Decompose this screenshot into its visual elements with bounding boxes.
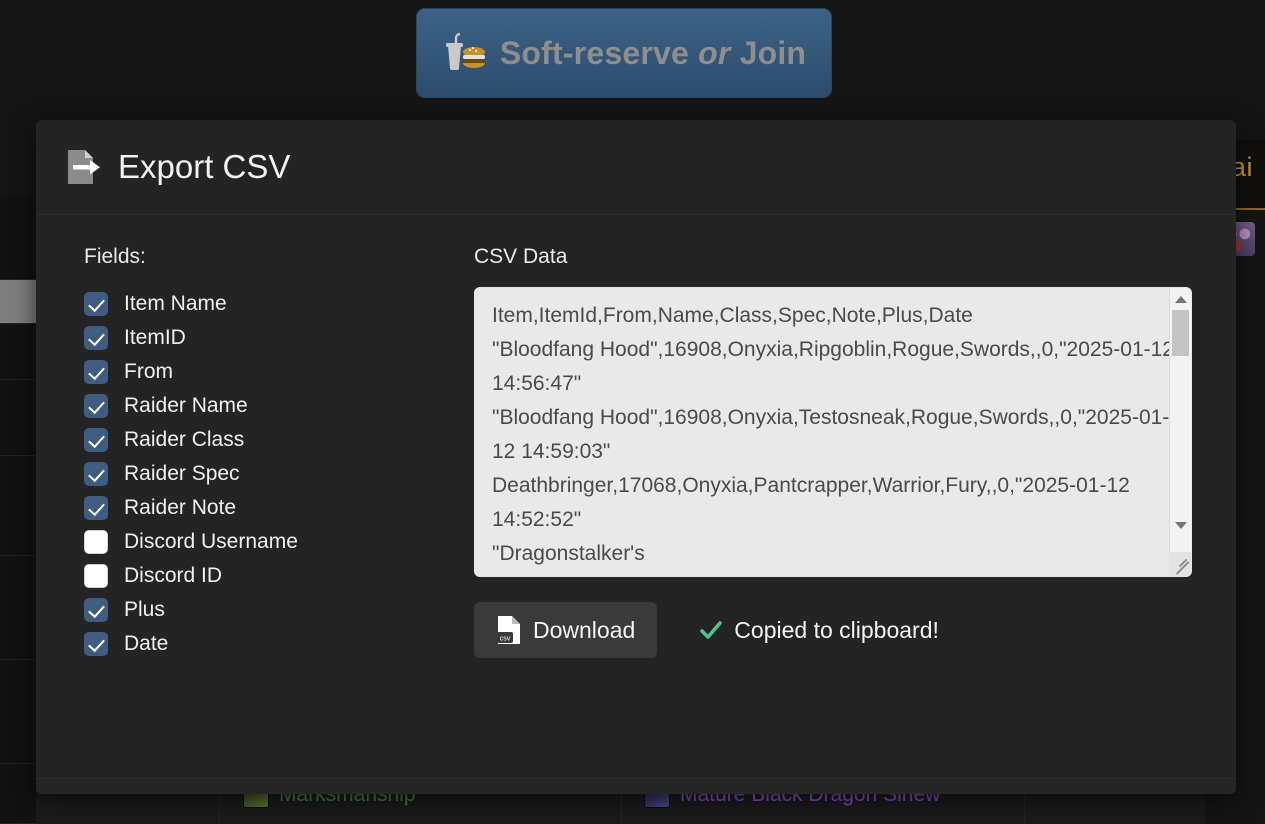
field-row-raider-class[interactable]: Raider Class <box>84 423 474 457</box>
field-label: From <box>124 360 173 383</box>
csv-textarea-wrap <box>474 287 1192 577</box>
cta-label-emphasis: or <box>698 34 731 71</box>
background-row <box>0 324 36 380</box>
csv-actions: csv Download Copied to clipboard! <box>474 602 1208 658</box>
checkbox-unchecked-icon[interactable] <box>84 564 108 588</box>
field-label: Raider Note <box>124 496 237 519</box>
background-row <box>0 556 36 660</box>
scrollbar-thumb[interactable] <box>1172 310 1189 356</box>
cta-label-secondary: Join <box>730 34 807 71</box>
field-label: Raider Class <box>124 428 245 451</box>
background-row <box>0 764 36 824</box>
cta-label-primary: Soft-reserve <box>499 34 699 71</box>
field-label: Discord Username <box>124 530 298 553</box>
checkbox-unchecked-icon[interactable] <box>84 530 108 554</box>
copied-status-label: Copied to clipboard! <box>734 616 939 643</box>
checkbox-checked-icon[interactable] <box>84 394 108 418</box>
csv-textarea[interactable] <box>474 287 1192 577</box>
check-icon <box>699 618 723 642</box>
field-row-item-name[interactable]: Item Name <box>84 287 474 321</box>
fields-label: Fields: <box>84 245 146 268</box>
checkbox-checked-icon[interactable] <box>84 632 108 656</box>
background-row <box>0 196 36 280</box>
download-button[interactable]: csv Download <box>474 602 658 658</box>
cta-label: Soft-reserve or Join <box>500 35 806 72</box>
field-row-itemid[interactable]: ItemID <box>84 321 474 355</box>
soft-reserve-or-join-button[interactable]: Soft-reserve or Join <box>416 8 832 98</box>
field-row-discord-id[interactable]: Discord ID <box>84 559 474 593</box>
checkbox-checked-icon[interactable] <box>84 462 108 486</box>
modal-header: Export CSV <box>36 120 1236 215</box>
field-label: Date <box>124 632 169 655</box>
field-row-from[interactable]: From <box>84 355 474 389</box>
export-csv-modal: Export CSV Fields: Item Name ItemID From Ra… <box>36 120 1236 794</box>
field-label: Raider Spec <box>124 462 240 485</box>
csv-data-label: CSV Data <box>474 245 568 268</box>
modal-body: Fields: Item Name ItemID From Raider Name Ra… <box>36 215 1236 778</box>
csv-column: CSV Data csv <box>474 233 1208 778</box>
file-export-icon <box>64 147 104 187</box>
scroll-down-icon[interactable] <box>1170 516 1191 534</box>
field-row-discord-username[interactable]: Discord Username <box>84 525 474 559</box>
checkbox-checked-icon[interactable] <box>84 598 108 622</box>
fast-food-icon <box>442 32 486 73</box>
field-row-date[interactable]: Date <box>84 627 474 661</box>
background-row <box>0 660 36 764</box>
field-row-raider-spec[interactable]: Raider Spec <box>84 457 474 491</box>
page-title: Export CSV <box>118 148 291 185</box>
checkbox-checked-icon[interactable] <box>84 292 108 316</box>
checkbox-checked-icon[interactable] <box>84 428 108 452</box>
field-row-raider-name[interactable]: Raider Name <box>84 389 474 423</box>
svg-text:csv: csv <box>500 636 511 643</box>
checkbox-checked-icon[interactable] <box>84 496 108 520</box>
csv-file-icon: csv <box>496 615 522 645</box>
field-label: Raider Name <box>124 394 248 417</box>
checkbox-checked-icon[interactable] <box>84 360 108 384</box>
modal-footer: Close <box>36 778 1236 794</box>
field-label: Item Name <box>124 292 227 315</box>
fields-column: Fields: Item Name ItemID From Raider Name Ra… <box>84 233 474 778</box>
copied-status: Copied to clipboard! <box>699 617 939 644</box>
csv-scrollbar[interactable] <box>1169 288 1191 576</box>
field-row-raider-note[interactable]: Raider Note <box>84 491 474 525</box>
background-row <box>0 456 36 556</box>
field-label: Discord ID <box>124 564 223 587</box>
background-row <box>0 380 36 456</box>
background-left-column <box>0 196 36 824</box>
field-label: Plus <box>124 598 165 621</box>
field-label: ItemID <box>124 326 186 349</box>
scroll-up-icon[interactable] <box>1170 290 1191 308</box>
background-row-selected <box>0 280 36 324</box>
field-row-plus[interactable]: Plus <box>84 593 474 627</box>
download-button-label: Download <box>533 616 636 643</box>
fields-checkbox-list: Item Name ItemID From Raider Name Raider Cla… <box>84 287 474 661</box>
resize-handle-icon[interactable] <box>1169 552 1191 576</box>
checkbox-checked-icon[interactable] <box>84 326 108 350</box>
